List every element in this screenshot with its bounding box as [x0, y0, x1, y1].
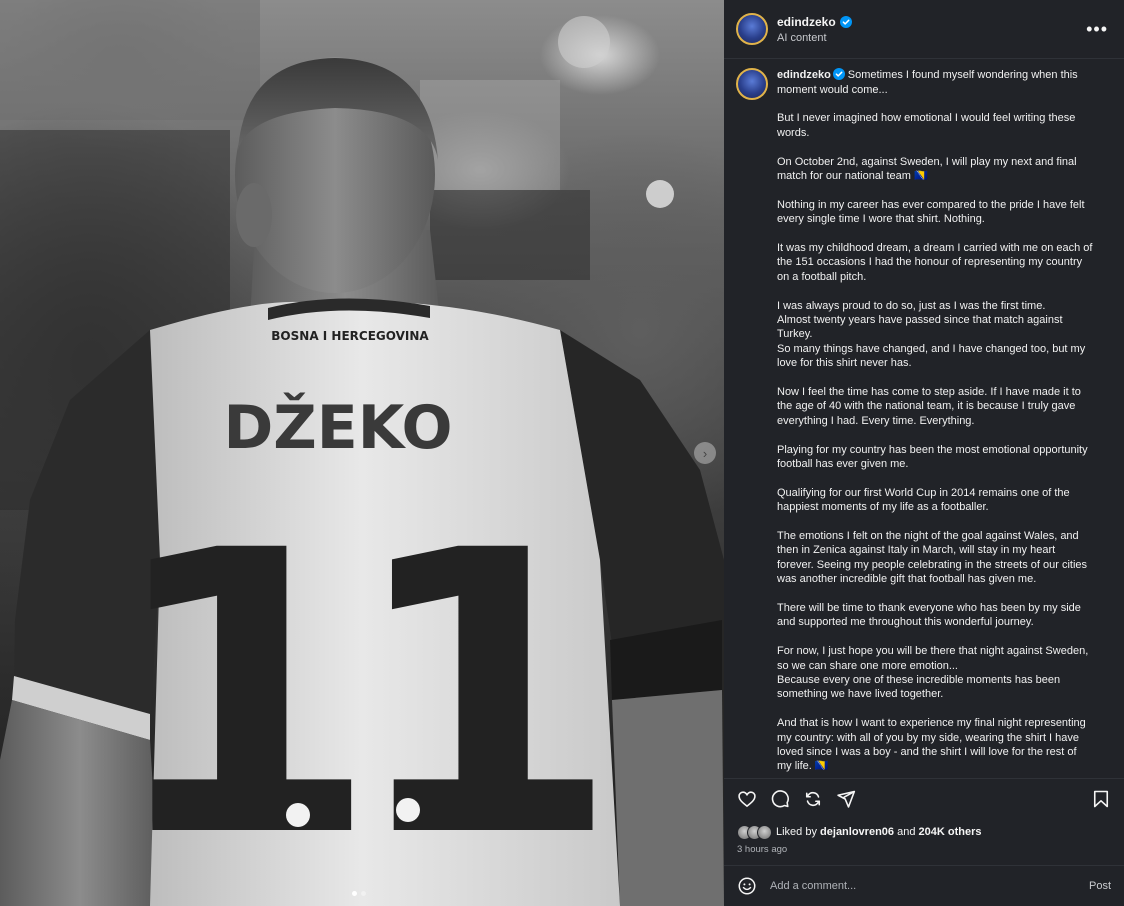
likes-connector: and — [897, 826, 916, 839]
likes-prefix: Liked by — [776, 826, 817, 839]
jersey-name: DŽEKO — [223, 391, 452, 463]
emoji-icon[interactable] — [737, 876, 757, 896]
heart-icon[interactable] — [737, 789, 757, 809]
caption-paragraph: The emotions I felt on the night of the … — [777, 530, 1088, 586]
caption-text: edindzeko Sometimes I found myself wonder… — [777, 68, 1093, 778]
likes-row: Liked by dejanlovren06 and 204K others — [724, 819, 1124, 840]
post-side-panel: edindzeko AI content ••• edindzeko Someti… — [724, 0, 1124, 906]
author-avatar[interactable] — [736, 13, 768, 46]
repost-icon[interactable] — [803, 789, 823, 809]
comment-icon[interactable] — [770, 789, 790, 809]
likes-summary: Liked by dejanlovren06 and 204K others — [776, 826, 982, 838]
post-photo: BOSNA I HERCEGOVINA DŽEKO 11 — [0, 0, 724, 906]
next-slide-button[interactable]: › — [694, 442, 716, 464]
post-media[interactable]: BOSNA I HERCEGOVINA DŽEKO 11 › — [0, 0, 724, 906]
author-name-row: edindzeko — [777, 15, 852, 29]
caption-paragraph: On October 2nd, against Sweden, I will p… — [777, 155, 1077, 182]
caption-paragraph: And that is how I want to experience my … — [777, 717, 1086, 773]
share-icon[interactable] — [836, 789, 856, 809]
verified-badge-icon — [832, 68, 845, 81]
action-bar — [724, 778, 1124, 818]
slide-indicator — [352, 891, 366, 896]
author-info: edindzeko AI content — [777, 15, 852, 44]
chevron-right-icon: › — [702, 445, 708, 461]
liker-username[interactable]: dejanlovren06 — [820, 826, 894, 838]
jersey-top-text: BOSNA I HERCEGOVINA — [271, 329, 429, 343]
ai-content-label[interactable]: AI content — [777, 32, 852, 44]
post-header: edindzeko AI content ••• — [724, 0, 1124, 60]
caption-paragraph: It was my childhood dream, a dream I car… — [777, 241, 1093, 283]
caption-paragraph: Nothing in my career has ever compared t… — [777, 198, 1085, 226]
bookmark-icon[interactable] — [1091, 789, 1111, 809]
more-options-icon[interactable]: ••• — [1082, 18, 1112, 40]
caption-paragraph: There will be time to thank everyone who… — [777, 602, 1081, 629]
caption-area: edindzeko Sometimes I found myself wonder… — [724, 59, 1124, 778]
liker-avatar — [757, 824, 772, 840]
caption-author-avatar[interactable] — [736, 68, 768, 101]
caption-username[interactable]: edindzeko — [777, 69, 831, 81]
caption-paragraph: Qualifying for our first World Cup in 20… — [777, 486, 1070, 514]
post-comment-button[interactable]: Post — [1089, 880, 1111, 892]
comment-input[interactable] — [768, 878, 1052, 893]
caption-paragraph: But I never imagined how emotional I wou… — [777, 112, 1076, 139]
slide-dot — [361, 891, 366, 896]
post-timestamp[interactable]: 3 hours ago — [724, 840, 1124, 865]
jersey-number: 11 — [107, 468, 598, 906]
likes-others[interactable]: 204K others — [919, 826, 982, 838]
caption-paragraph: edindzeko Sometimes I found myself wonder… — [777, 68, 1093, 97]
caption-paragraph: Playing for my country has been the most… — [777, 443, 1088, 471]
caption-paragraph: I was always proud to do so, just as I w… — [777, 299, 1086, 370]
verified-badge-icon — [839, 15, 852, 28]
slide-dot-active — [352, 891, 357, 896]
caption-paragraph: Now I feel the time has come to step asi… — [777, 386, 1081, 427]
comment-bar: Post — [724, 864, 1124, 906]
author-username[interactable]: edindzeko — [777, 15, 836, 29]
post: BOSNA I HERCEGOVINA DŽEKO 11 › edindzeko — [0, 0, 1124, 906]
caption-paragraph: For now, I just hope you will be there t… — [777, 645, 1089, 701]
